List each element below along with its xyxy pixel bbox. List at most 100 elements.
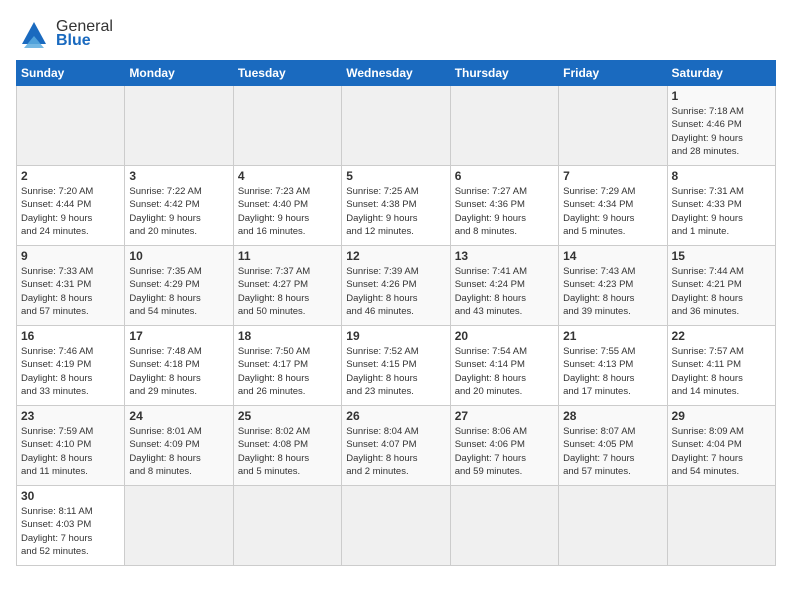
day-number: 8 <box>672 169 771 183</box>
calendar-cell <box>450 486 558 566</box>
weekday-header-monday: Monday <box>125 61 233 86</box>
day-info: Sunrise: 8:11 AM Sunset: 4:03 PM Dayligh… <box>21 505 120 558</box>
day-number: 19 <box>346 329 445 343</box>
calendar-cell: 5 Sunrise: 7:25 AM Sunset: 4:38 PM Daylig… <box>342 166 450 246</box>
calendar-cell: 23 Sunrise: 7:59 AM Sunset: 4:10 PM Dayli… <box>17 406 125 486</box>
day-number: 26 <box>346 409 445 423</box>
calendar-table: SundayMondayTuesdayWednesdayThursdayFrid… <box>16 60 776 566</box>
day-number: 30 <box>21 489 120 503</box>
calendar-cell: 18 Sunrise: 7:50 AM Sunset: 4:17 PM Dayli… <box>233 326 341 406</box>
day-number: 25 <box>238 409 337 423</box>
weekday-header-tuesday: Tuesday <box>233 61 341 86</box>
calendar-cell: 4Sunrise: 7:23 AM Sunset: 4:40 PM Daylig… <box>233 166 341 246</box>
day-info: Sunrise: 8:09 AM Sunset: 4:04 PM Dayligh… <box>672 425 771 478</box>
day-info: Sunrise: 7:29 AM Sunset: 4:34 PM Dayligh… <box>563 185 662 238</box>
day-info: Sunrise: 7:50 AM Sunset: 4:17 PM Dayligh… <box>238 345 337 398</box>
day-info: Sunrise: 7:48 AM Sunset: 4:18 PM Dayligh… <box>129 345 228 398</box>
calendar-cell <box>559 486 667 566</box>
calendar-cell <box>125 86 233 166</box>
day-number: 29 <box>672 409 771 423</box>
page-header: General Blue <box>16 16 776 52</box>
day-info: Sunrise: 8:07 AM Sunset: 4:05 PM Dayligh… <box>563 425 662 478</box>
day-number: 24 <box>129 409 228 423</box>
weekday-header-thursday: Thursday <box>450 61 558 86</box>
day-number: 1 <box>672 89 771 103</box>
day-number: 22 <box>672 329 771 343</box>
calendar-week-5: 23 Sunrise: 7:59 AM Sunset: 4:10 PM Dayli… <box>17 406 776 486</box>
weekday-header-friday: Friday <box>559 61 667 86</box>
day-info: Sunrise: 8:02 AM Sunset: 4:08 PM Dayligh… <box>238 425 337 478</box>
calendar-cell: 9 Sunrise: 7:33 AM Sunset: 4:31 PM Daylig… <box>17 246 125 326</box>
calendar-cell: 19 Sunrise: 7:52 AM Sunset: 4:15 PM Dayli… <box>342 326 450 406</box>
calendar-cell: 27Sunrise: 8:06 AM Sunset: 4:06 PM Dayli… <box>450 406 558 486</box>
day-info: Sunrise: 7:39 AM Sunset: 4:26 PM Dayligh… <box>346 265 445 318</box>
day-number: 14 <box>563 249 662 263</box>
calendar-week-6: 30 Sunrise: 8:11 AM Sunset: 4:03 PM Dayli… <box>17 486 776 566</box>
calendar-week-1: 1Sunrise: 7:18 AM Sunset: 4:46 PM Daylig… <box>17 86 776 166</box>
day-number: 28 <box>563 409 662 423</box>
calendar-cell: 8 Sunrise: 7:31 AM Sunset: 4:33 PM Daylig… <box>667 166 775 246</box>
calendar-cell: 2 Sunrise: 7:20 AM Sunset: 4:44 PM Daylig… <box>17 166 125 246</box>
day-number: 27 <box>455 409 554 423</box>
calendar-cell: 13 Sunrise: 7:41 AM Sunset: 4:24 PM Dayli… <box>450 246 558 326</box>
day-number: 17 <box>129 329 228 343</box>
day-info: Sunrise: 7:55 AM Sunset: 4:13 PM Dayligh… <box>563 345 662 398</box>
day-info: Sunrise: 7:41 AM Sunset: 4:24 PM Dayligh… <box>455 265 554 318</box>
day-number: 2 <box>21 169 120 183</box>
calendar-cell <box>450 86 558 166</box>
calendar-cell <box>342 86 450 166</box>
calendar-cell: 24 Sunrise: 8:01 AM Sunset: 4:09 PM Dayli… <box>125 406 233 486</box>
calendar-week-2: 2 Sunrise: 7:20 AM Sunset: 4:44 PM Daylig… <box>17 166 776 246</box>
calendar-cell <box>667 486 775 566</box>
day-info: Sunrise: 7:20 AM Sunset: 4:44 PM Dayligh… <box>21 185 120 238</box>
calendar-cell <box>559 86 667 166</box>
calendar-cell: 11Sunrise: 7:37 AM Sunset: 4:27 PM Dayli… <box>233 246 341 326</box>
day-info: Sunrise: 7:25 AM Sunset: 4:38 PM Dayligh… <box>346 185 445 238</box>
day-info: Sunrise: 7:54 AM Sunset: 4:14 PM Dayligh… <box>455 345 554 398</box>
day-info: Sunrise: 7:27 AM Sunset: 4:36 PM Dayligh… <box>455 185 554 238</box>
day-info: Sunrise: 8:04 AM Sunset: 4:07 PM Dayligh… <box>346 425 445 478</box>
calendar-cell: 30 Sunrise: 8:11 AM Sunset: 4:03 PM Dayli… <box>17 486 125 566</box>
calendar-cell <box>17 86 125 166</box>
calendar-cell: 17 Sunrise: 7:48 AM Sunset: 4:18 PM Dayli… <box>125 326 233 406</box>
day-info: Sunrise: 7:23 AM Sunset: 4:40 PM Dayligh… <box>238 185 337 238</box>
day-number: 6 <box>455 169 554 183</box>
calendar-cell <box>233 486 341 566</box>
calendar-cell: 16 Sunrise: 7:46 AM Sunset: 4:19 PM Dayli… <box>17 326 125 406</box>
calendar-cell: 29 Sunrise: 8:09 AM Sunset: 4:04 PM Dayli… <box>667 406 775 486</box>
day-number: 23 <box>21 409 120 423</box>
day-info: Sunrise: 7:43 AM Sunset: 4:23 PM Dayligh… <box>563 265 662 318</box>
calendar-week-3: 9 Sunrise: 7:33 AM Sunset: 4:31 PM Daylig… <box>17 246 776 326</box>
weekday-header-saturday: Saturday <box>667 61 775 86</box>
day-info: Sunrise: 7:31 AM Sunset: 4:33 PM Dayligh… <box>672 185 771 238</box>
day-number: 18 <box>238 329 337 343</box>
weekday-header-sunday: Sunday <box>17 61 125 86</box>
day-number: 7 <box>563 169 662 183</box>
calendar-cell: 6 Sunrise: 7:27 AM Sunset: 4:36 PM Daylig… <box>450 166 558 246</box>
day-number: 5 <box>346 169 445 183</box>
calendar-cell: 14 Sunrise: 7:43 AM Sunset: 4:23 PM Dayli… <box>559 246 667 326</box>
day-number: 9 <box>21 249 120 263</box>
calendar-cell: 28 Sunrise: 8:07 AM Sunset: 4:05 PM Dayli… <box>559 406 667 486</box>
calendar-week-4: 16 Sunrise: 7:46 AM Sunset: 4:19 PM Dayli… <box>17 326 776 406</box>
day-number: 16 <box>21 329 120 343</box>
calendar-cell: 3Sunrise: 7:22 AM Sunset: 4:42 PM Daylig… <box>125 166 233 246</box>
day-number: 15 <box>672 249 771 263</box>
day-info: Sunrise: 7:35 AM Sunset: 4:29 PM Dayligh… <box>129 265 228 318</box>
day-info: Sunrise: 7:33 AM Sunset: 4:31 PM Dayligh… <box>21 265 120 318</box>
day-number: 10 <box>129 249 228 263</box>
calendar-cell: 21Sunrise: 7:55 AM Sunset: 4:13 PM Dayli… <box>559 326 667 406</box>
calendar-cell: 7 Sunrise: 7:29 AM Sunset: 4:34 PM Daylig… <box>559 166 667 246</box>
day-info: Sunrise: 8:01 AM Sunset: 4:09 PM Dayligh… <box>129 425 228 478</box>
day-info: Sunrise: 7:59 AM Sunset: 4:10 PM Dayligh… <box>21 425 120 478</box>
logo-icon <box>16 16 52 52</box>
weekday-header-wednesday: Wednesday <box>342 61 450 86</box>
calendar-cell: 22Sunrise: 7:57 AM Sunset: 4:11 PM Dayli… <box>667 326 775 406</box>
day-info: Sunrise: 7:46 AM Sunset: 4:19 PM Dayligh… <box>21 345 120 398</box>
calendar-cell: 10 Sunrise: 7:35 AM Sunset: 4:29 PM Dayli… <box>125 246 233 326</box>
day-info: Sunrise: 7:44 AM Sunset: 4:21 PM Dayligh… <box>672 265 771 318</box>
day-number: 13 <box>455 249 554 263</box>
day-number: 20 <box>455 329 554 343</box>
calendar-cell: 26 Sunrise: 8:04 AM Sunset: 4:07 PM Dayli… <box>342 406 450 486</box>
day-info: Sunrise: 7:52 AM Sunset: 4:15 PM Dayligh… <box>346 345 445 398</box>
